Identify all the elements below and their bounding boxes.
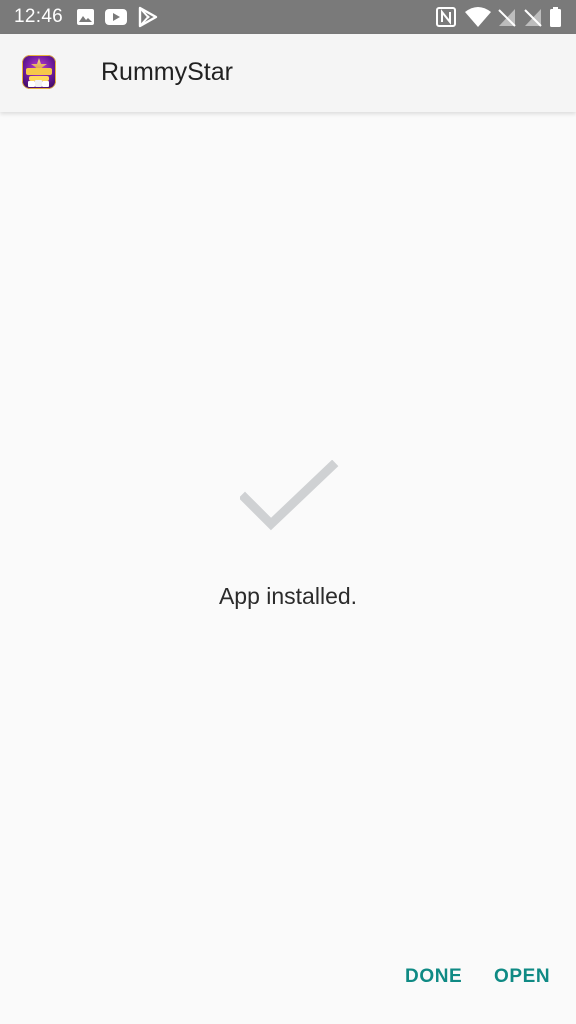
install-status-message: App installed. xyxy=(218,583,358,609)
app-title: RummyStar xyxy=(101,58,233,86)
screen: 12:46 RummyStar App installed. DONE OPEN xyxy=(0,0,576,1024)
battery-icon xyxy=(549,6,563,28)
rummystar-app-icon xyxy=(22,55,56,89)
status-time: 12:46 xyxy=(14,6,64,27)
image-icon xyxy=(76,6,96,28)
signal-off-icon xyxy=(497,6,517,28)
checkmark-icon xyxy=(238,459,340,540)
done-button[interactable]: DONE xyxy=(405,966,462,988)
wifi-icon xyxy=(464,6,492,28)
play-store-icon xyxy=(137,6,159,28)
status-bar: 12:46 xyxy=(0,0,576,34)
open-button[interactable]: OPEN xyxy=(494,966,550,988)
nfc-icon xyxy=(436,6,456,28)
signal-off-icon xyxy=(523,6,543,28)
app-bar: RummyStar xyxy=(0,34,576,112)
youtube-icon xyxy=(104,6,128,28)
